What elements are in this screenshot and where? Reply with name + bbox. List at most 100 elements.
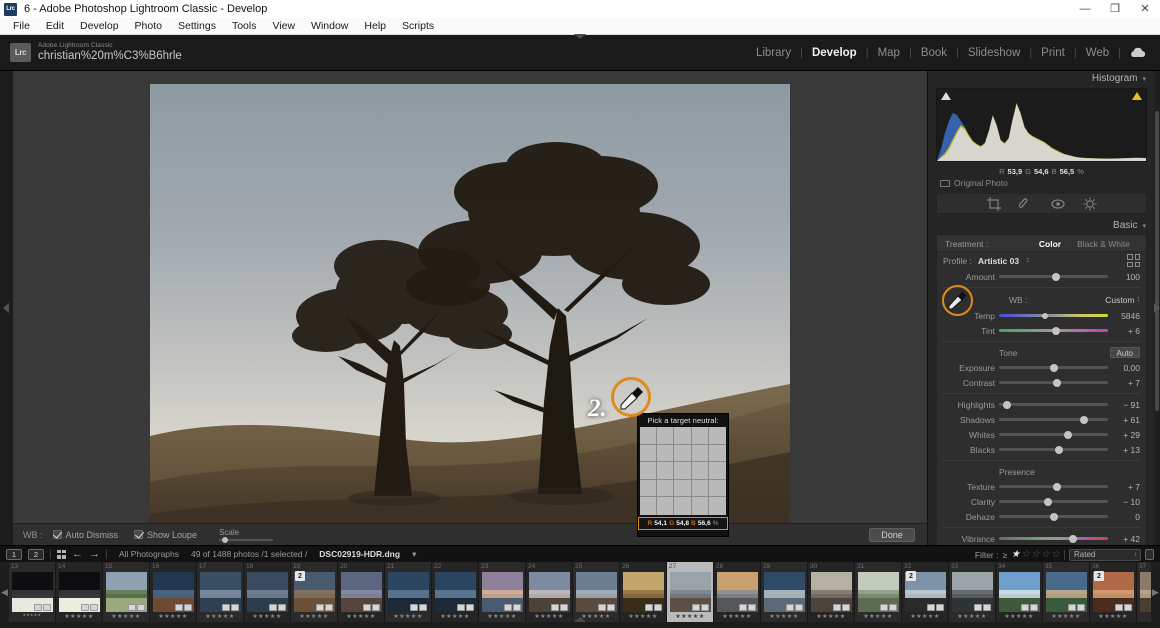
temp-value[interactable]: 5846 — [1112, 311, 1140, 321]
filmstrip-thumbnail[interactable]: 17★★★★★ — [197, 562, 244, 622]
thumbnail-rating[interactable]: ★★★★★ — [385, 613, 431, 620]
module-slideshow[interactable]: Slideshow — [959, 47, 1029, 59]
wb-eyedropper-button[interactable] — [947, 289, 969, 311]
star-2-icon[interactable]: ☆ — [1021, 549, 1030, 560]
thumbnail-rating[interactable]: ★★★★★ — [291, 613, 337, 620]
menu-photo[interactable]: Photo — [127, 18, 170, 35]
menu-tools[interactable]: Tools — [224, 18, 265, 35]
filmstrip-thumbnail[interactable]: 18★★★★★ — [244, 562, 291, 622]
module-library[interactable]: Library — [747, 47, 800, 59]
red-eye-icon[interactable] — [1051, 197, 1065, 211]
thumbnail-rating[interactable]: ★★★★★ — [902, 613, 948, 620]
thumbnail-stack-badge[interactable]: 2 — [1094, 571, 1104, 581]
filmstrip-thumbnail[interactable]: 37⭑⭑⭑⭑⭑ — [1137, 562, 1151, 622]
filmstrip-thumbnail[interactable]: 21★★★★★ — [385, 562, 432, 622]
go-back-icon[interactable]: ← — [72, 549, 83, 560]
module-book[interactable]: Book — [912, 47, 956, 59]
filmstrip-thumbnail[interactable]: 33★★★★★ — [949, 562, 996, 622]
filename-chevron-icon[interactable]: ▾ — [412, 549, 416, 560]
left-panel-collapsed[interactable] — [0, 71, 13, 545]
thumbnail-rating[interactable]: ★★★★★ — [56, 613, 102, 620]
filmstrip-thumbnail[interactable]: 35★★★★★ — [1043, 562, 1090, 622]
filter-star-rating[interactable]: ★ ☆ ☆ ☆ ☆ — [1011, 549, 1060, 560]
tint-slider-track[interactable] — [999, 329, 1108, 332]
vibrance-slider-track[interactable] — [999, 537, 1108, 540]
exposure-slider-track[interactable] — [999, 366, 1108, 369]
filmstrip-thumbnail[interactable]: 29★★★★★ — [761, 562, 808, 622]
thumbnail-rating[interactable]: ★★★★★ — [103, 613, 149, 620]
tint-value[interactable]: + 6 — [1112, 326, 1140, 336]
original-photo-toggle[interactable]: Original Photo — [928, 177, 1155, 191]
shadows-slider-track[interactable] — [999, 418, 1108, 421]
filmstrip-thumbnail[interactable]: 30★★★★★ — [808, 562, 855, 622]
close-button[interactable]: ✕ — [1130, 0, 1160, 18]
expand-left-panel-icon[interactable] — [3, 303, 9, 313]
filmstrip-thumbnail[interactable]: 20★★★★★ — [338, 562, 385, 622]
auto-tone-button[interactable]: Auto — [1110, 347, 1140, 358]
chevron-down-icon[interactable]: ▾ — [1142, 75, 1146, 83]
filmstrip-filename[interactable]: DSC02919-HDR.dng — [319, 549, 400, 559]
filmstrip-scroll-right-icon[interactable]: ▶ — [1151, 562, 1160, 622]
expand-right-panel-icon[interactable] — [1154, 303, 1160, 313]
histogram-chart[interactable] — [936, 88, 1147, 162]
thumbnail-rating[interactable]: ★★★★★ — [1090, 613, 1136, 620]
scrollbar-thumb[interactable] — [1155, 111, 1159, 411]
clarity-slider-knob[interactable] — [1044, 498, 1052, 506]
thumbnail-rating[interactable]: ★★★★★ — [338, 613, 384, 620]
thumbnail-rating[interactable]: ⭑⭑⭑⭑⭑ — [9, 613, 55, 620]
menu-scripts[interactable]: Scripts — [394, 18, 442, 35]
amount-value[interactable]: 100 — [1112, 272, 1140, 282]
thumbnail-rating[interactable]: ★★★★★ — [996, 613, 1042, 620]
thumbnail-rating[interactable]: ★★★★★ — [150, 613, 196, 620]
done-button[interactable]: Done — [869, 528, 915, 542]
bottom-panel-handle[interactable] — [574, 617, 586, 622]
filmstrip-thumbnail[interactable]: 27★★★★★ — [667, 562, 714, 622]
clarity-value[interactable]: − 10 — [1112, 497, 1140, 507]
thumbnail-stack-badge[interactable]: 2 — [906, 571, 916, 581]
filmstrip-thumbnail[interactable]: 192★★★★★ — [291, 562, 338, 622]
eyedropper-cursor-icon[interactable] — [618, 384, 646, 412]
filmstrip-thumbnail[interactable]: 34★★★★★ — [996, 562, 1043, 622]
exposure-value[interactable]: 0,00 — [1112, 363, 1140, 373]
masking-icon[interactable] — [1083, 197, 1097, 211]
blacks-slider-knob[interactable] — [1055, 446, 1063, 454]
star-4-icon[interactable]: ☆ — [1041, 549, 1050, 560]
scale-slider-track[interactable] — [219, 539, 273, 541]
screen-mode-2-button[interactable]: 2 — [28, 549, 44, 560]
go-forward-icon[interactable]: → — [89, 549, 100, 560]
exposure-slider-knob[interactable] — [1050, 364, 1058, 372]
thumbnail-rating[interactable]: ★★★★★ — [714, 613, 760, 620]
thumbnail-stack-badge[interactable]: 2 — [295, 571, 305, 581]
thumbnail-rating[interactable]: ★★★★★ — [1043, 613, 1089, 620]
thumbnail-rating[interactable]: ★★★★★ — [808, 613, 854, 620]
show-loupe-checkbox[interactable]: Show Loupe — [134, 530, 197, 540]
filmstrip-thumbnail[interactable]: 25★★★★★ — [573, 562, 620, 622]
tint-slider-knob[interactable] — [1052, 327, 1060, 335]
temp-slider-knob[interactable] — [1042, 313, 1048, 319]
maximize-button[interactable]: ❐ — [1100, 0, 1130, 18]
whites-value[interactable]: + 29 — [1112, 430, 1140, 440]
contrast-slider-track[interactable] — [999, 381, 1108, 384]
scale-slider-knob[interactable] — [222, 537, 228, 543]
module-print[interactable]: Print — [1032, 47, 1074, 59]
treatment-bw-option[interactable]: Black & White — [1069, 239, 1138, 249]
profile-stepper-icon[interactable]: ↕ — [1026, 257, 1030, 264]
thumbnail-rating[interactable]: ⭑⭑⭑⭑⭑ — [1137, 613, 1151, 620]
filmstrip-thumbnail[interactable]: 31★★★★★ — [855, 562, 902, 622]
texture-slider-track[interactable] — [999, 485, 1108, 488]
basic-panel-header[interactable]: Basic ▾ — [928, 217, 1155, 234]
texture-value[interactable]: + 7 — [1112, 482, 1140, 492]
whites-slider-knob[interactable] — [1064, 431, 1072, 439]
vibrance-slider-knob[interactable] — [1069, 535, 1077, 543]
star-1-icon[interactable]: ★ — [1011, 549, 1020, 560]
top-panel-handle[interactable] — [574, 34, 586, 39]
highlights-slider-knob[interactable] — [1003, 401, 1011, 409]
contrast-value[interactable]: + 7 — [1112, 378, 1140, 388]
menu-edit[interactable]: Edit — [38, 18, 72, 35]
spot-removal-icon[interactable] — [1019, 197, 1033, 211]
profile-value[interactable]: Artistic 03 — [978, 256, 1019, 266]
filmstrip-scroll-left-icon[interactable]: ◀ — [0, 562, 9, 622]
module-web[interactable]: Web — [1077, 47, 1118, 59]
menu-settings[interactable]: Settings — [170, 18, 224, 35]
scale-slider-group[interactable]: Scale — [219, 528, 273, 541]
